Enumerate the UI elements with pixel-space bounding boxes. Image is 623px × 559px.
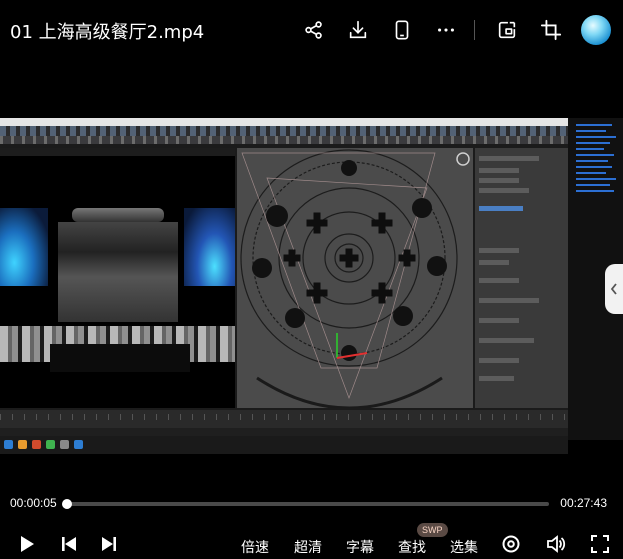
top-actions — [282, 12, 611, 48]
recorded-toolbar — [0, 126, 568, 136]
side-panel-toggle[interactable] — [605, 264, 623, 314]
recorded-toolbar-secondary — [0, 136, 568, 144]
aurora-panel-left — [0, 208, 48, 286]
volume-button[interactable] — [545, 533, 567, 555]
command-panel — [475, 148, 568, 408]
bar-counter — [50, 344, 190, 372]
play-icon — [21, 536, 34, 552]
download-icon[interactable] — [346, 18, 370, 42]
fullscreen-button[interactable] — [589, 533, 611, 555]
next-button[interactable] — [98, 533, 120, 555]
video-title: 01 上海高级餐厅2.mp4 — [10, 22, 205, 43]
skip-next-icon — [102, 537, 116, 551]
previous-button[interactable] — [58, 533, 80, 555]
video-frame[interactable] — [0, 118, 568, 454]
stage-structure — [58, 222, 178, 322]
lens-button[interactable] — [500, 533, 522, 555]
skip-previous-icon — [62, 537, 76, 551]
episodes-button[interactable]: 选集 — [450, 537, 478, 557]
recorded-menubar — [0, 118, 568, 126]
duration-time: 00:27:43 — [560, 496, 607, 510]
progress-bar-area: 00:00:05 00:27:43 — [0, 490, 623, 518]
render-viewport — [0, 148, 235, 408]
floor-plan-drawing — [237, 148, 473, 410]
viewport-label-bar — [0, 148, 235, 156]
phone-icon[interactable] — [390, 18, 414, 42]
crop-icon[interactable] — [539, 18, 563, 42]
share-icon[interactable] — [302, 18, 326, 42]
quality-button[interactable]: 超清 — [294, 537, 322, 557]
progress-thumb[interactable] — [62, 499, 72, 509]
top-bar: 01 上海高级餐厅2.mp4 — [0, 0, 623, 60]
subtitle-button[interactable]: 字幕 — [346, 537, 374, 557]
recorded-taskbar — [0, 436, 568, 454]
volume-icon — [547, 535, 566, 553]
progress-track[interactable] — [62, 499, 549, 509]
speed-button[interactable]: 倍速 — [241, 537, 269, 557]
play-button[interactable] — [16, 533, 38, 555]
chevron-left-icon — [610, 283, 617, 295]
target-icon — [502, 535, 520, 553]
fullscreen-icon — [591, 535, 609, 553]
avatar[interactable] — [581, 15, 611, 45]
search-button[interactable]: 查找 — [398, 537, 426, 557]
stage-canopy — [72, 208, 164, 222]
toolbar-divider — [474, 20, 475, 40]
aurora-panel-right — [184, 208, 235, 286]
current-time: 00:00:05 — [10, 496, 57, 510]
more-icon[interactable] — [434, 18, 458, 42]
player-controls: 倍速 超清 字幕 查找 SWP 选集 — [0, 523, 623, 559]
search-badge: SWP — [417, 523, 448, 537]
pip-icon[interactable] — [495, 18, 519, 42]
top-viewport — [237, 148, 473, 410]
